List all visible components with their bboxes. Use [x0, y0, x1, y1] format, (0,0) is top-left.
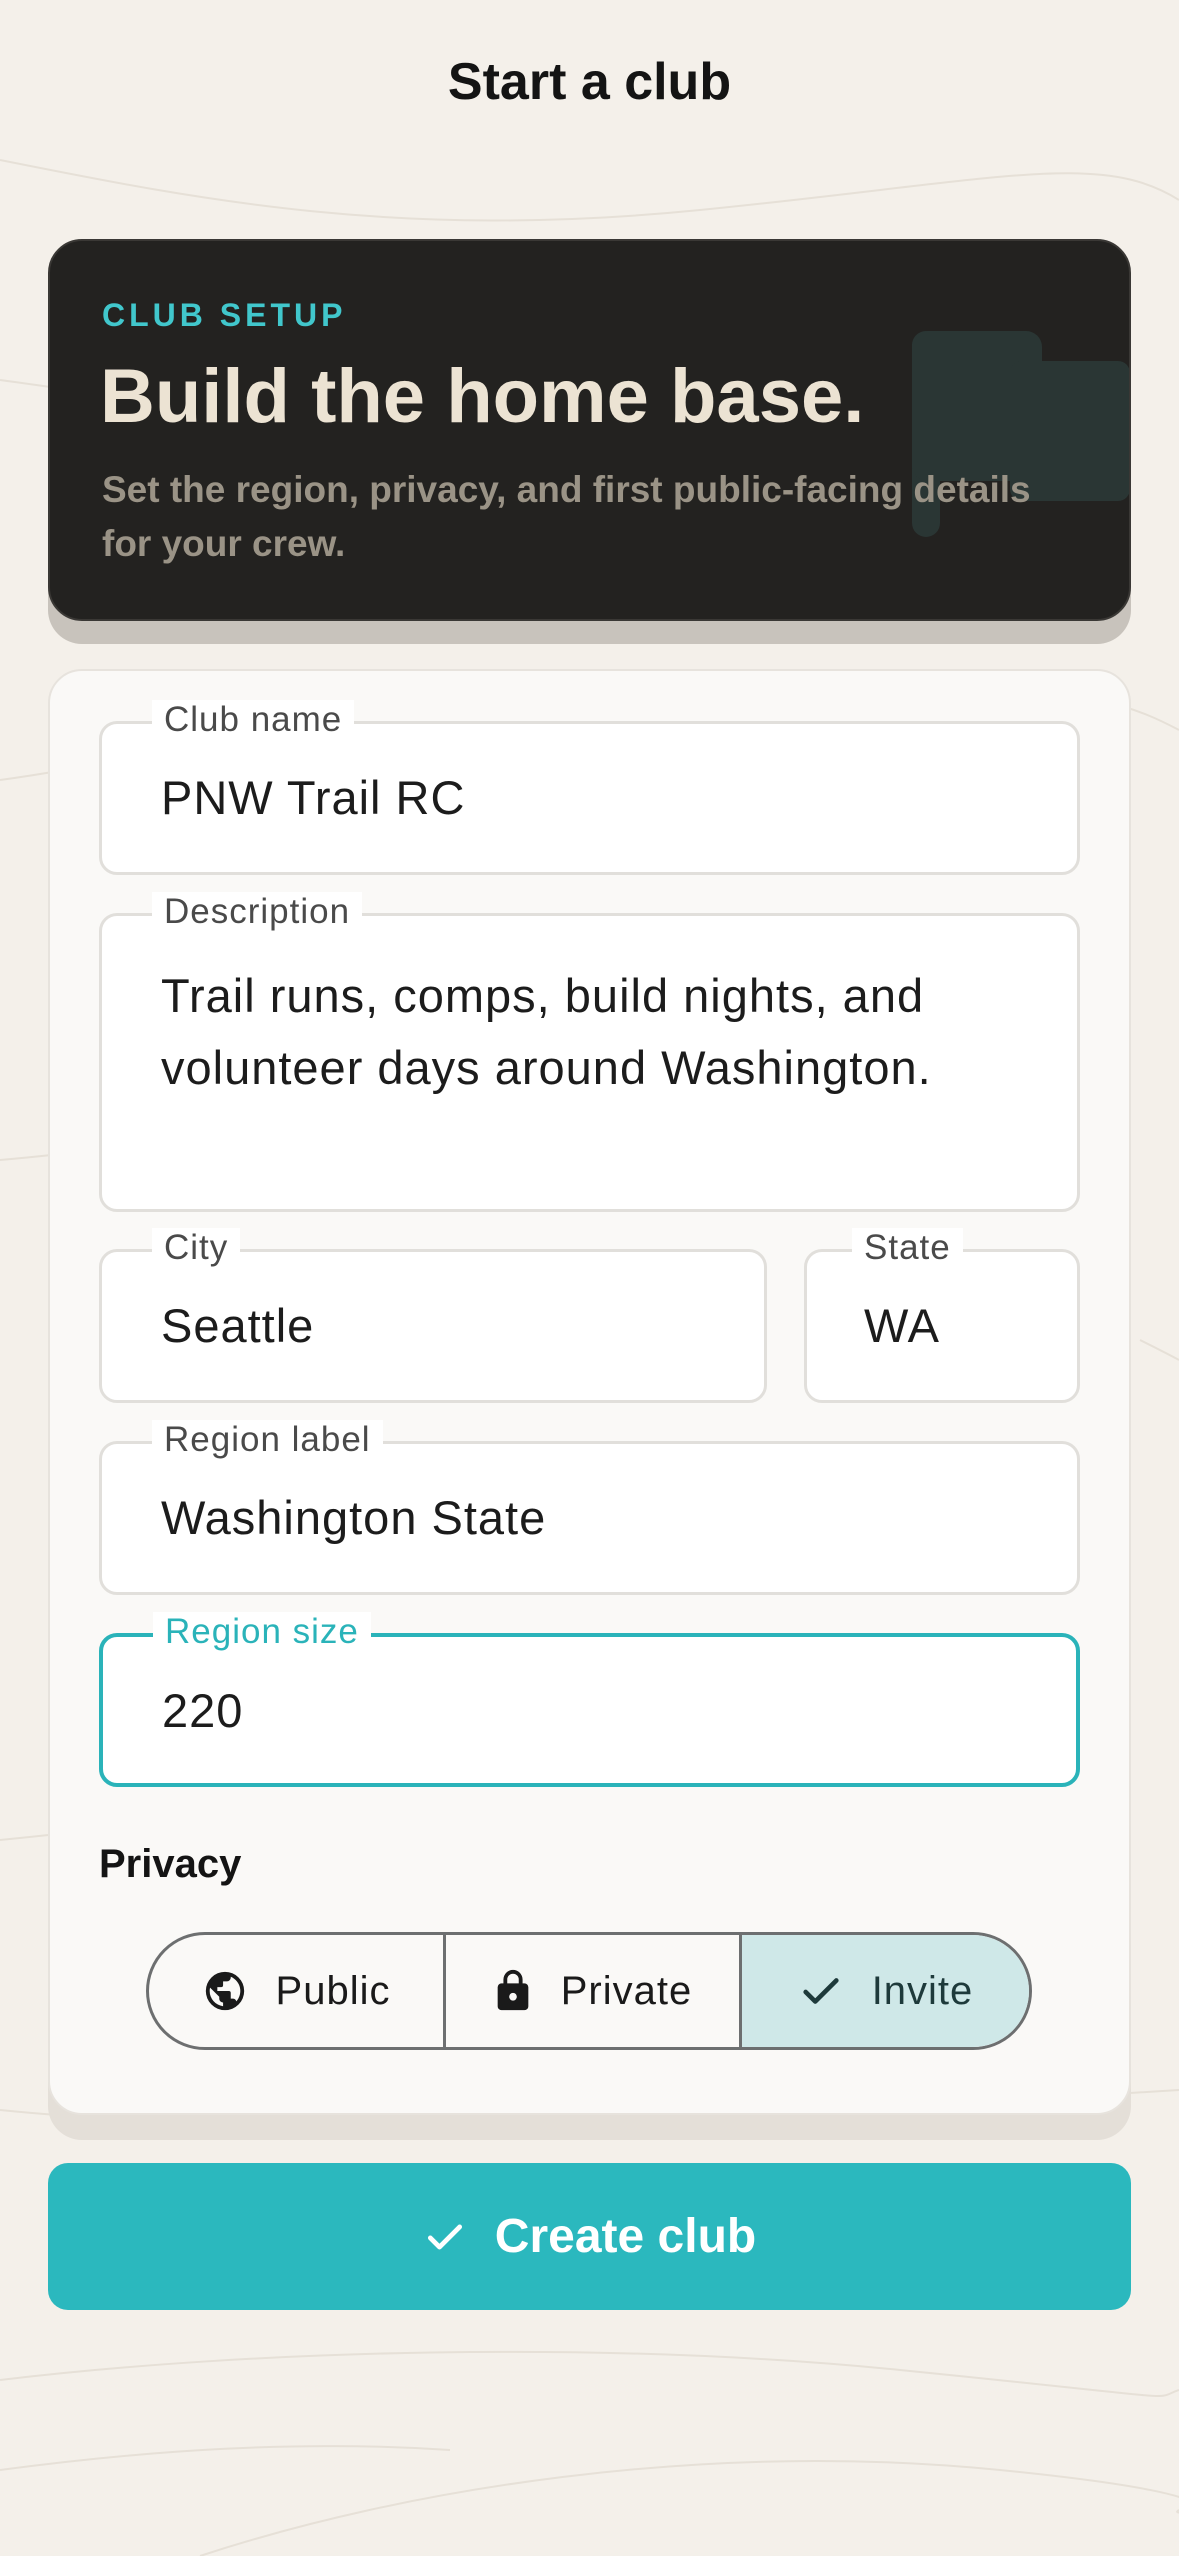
city-value: Seattle — [161, 1299, 315, 1352]
privacy-heading: Privacy — [99, 1842, 242, 1886]
privacy-option-public[interactable]: Public — [149, 1935, 443, 2047]
privacy-option-invite[interactable]: Invite — [739, 1935, 1029, 2047]
club-setup-hero-card: CLUB SETUP Build the home base. Set the … — [48, 239, 1131, 621]
create-club-label: Create club — [494, 2210, 757, 2263]
region-size-value: 220 — [162, 1684, 244, 1737]
club-name-label: Club name — [152, 700, 355, 740]
description-value: Trail runs, comps, build nights, and vol… — [161, 969, 932, 1094]
state-value: WA — [864, 1299, 940, 1352]
privacy-segmented-control: Public Private Invite — [146, 1932, 1032, 2050]
state-field[interactable]: State WA — [804, 1228, 1080, 1403]
city-label: City — [152, 1228, 241, 1268]
hero-title: Build the home base. — [100, 354, 865, 439]
club-name-value: PNW Trail RC — [161, 771, 466, 824]
state-label: State — [852, 1228, 963, 1268]
privacy-option-private[interactable]: Private — [443, 1935, 739, 2047]
club-name-field[interactable]: Club name PNW Trail RC — [99, 700, 1080, 875]
description-label: Description — [152, 892, 363, 932]
check-icon — [803, 1978, 839, 2004]
page-title: Start a club — [447, 53, 732, 111]
region-label-value: Washington State — [161, 1491, 547, 1544]
region-label-field[interactable]: Region label Washington State — [99, 1420, 1080, 1595]
region-size-field[interactable]: Region size 220 — [99, 1612, 1080, 1787]
globe-icon — [205, 1971, 244, 2011]
privacy-option-invite-label: Invite — [871, 1968, 974, 2013]
privacy-option-public-label: Public — [275, 1968, 391, 2013]
privacy-option-private-label: Private — [560, 1968, 693, 2013]
create-club-button[interactable]: Create club — [48, 2163, 1131, 2310]
check-icon — [427, 2224, 462, 2249]
description-field[interactable]: Description Trail runs, comps, build nig… — [99, 892, 1080, 1212]
city-field[interactable]: City Seattle — [99, 1228, 767, 1403]
hero-eyebrow: CLUB SETUP — [102, 297, 347, 333]
hero-subtitle: Set the region, privacy, and first publi… — [102, 469, 1031, 564]
region-size-label: Region size — [153, 1612, 371, 1652]
lock-icon — [497, 1969, 529, 2011]
region-label-label: Region label — [152, 1420, 383, 1460]
